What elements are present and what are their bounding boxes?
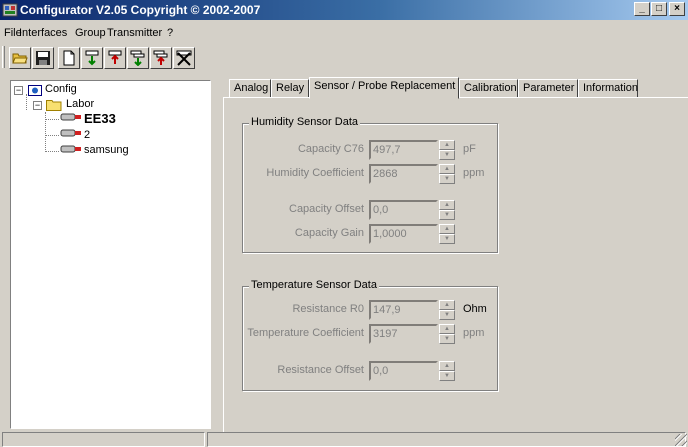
capacity-gain-label: Capacity Gain (294, 227, 364, 239)
new-document-icon (63, 50, 75, 66)
tab-sensor-probe-replacement[interactable]: Sensor / Probe Replacement (309, 77, 459, 99)
upload-button[interactable] (104, 47, 126, 69)
tab-analog[interactable]: Analog (229, 79, 271, 98)
humidity-coefficient-label: Humidity Coefficient (266, 167, 364, 179)
download-group-icon (130, 50, 145, 66)
capacity-offset-field[interactable]: 0,0 (369, 200, 438, 220)
capacity-c76-unit: pF (463, 143, 476, 155)
humidity-coefficient-field[interactable]: 2868 (369, 164, 438, 184)
upload-icon (108, 50, 122, 64)
download-icon (85, 50, 99, 66)
expander-config[interactable]: − (14, 86, 23, 95)
probe-icon (60, 129, 81, 137)
temperature-group-title: Temperature Sensor Data (249, 279, 379, 291)
tree-item-2[interactable]: 2 (84, 129, 90, 141)
resistance-offset-spinner[interactable]: ▲ ▼ (439, 361, 455, 381)
temperature-coefficient-spinner[interactable]: ▲ ▼ (439, 324, 455, 344)
toolbar (0, 44, 688, 72)
resistance-offset-label: Resistance Offset (277, 364, 364, 376)
folder-icon (46, 100, 62, 111)
new-button[interactable] (58, 47, 80, 69)
capacity-offset-spinner[interactable]: ▲ ▼ (439, 200, 455, 220)
resistance-r0-spinner[interactable]: ▲ ▼ (439, 300, 455, 320)
config-icon (28, 85, 42, 96)
resistance-r0-unit: Ohm (463, 303, 487, 315)
temperature-coefficient-unit: ppm (463, 327, 485, 339)
minimize-button[interactable]: _ (634, 2, 650, 16)
expander-labor[interactable]: − (33, 101, 42, 110)
capacity-c76-field[interactable]: 497,7 (369, 140, 438, 160)
open-button[interactable] (9, 47, 31, 69)
resistance-r0-field[interactable]: 147,9 (369, 300, 438, 320)
download-button[interactable] (81, 47, 103, 69)
capacity-offset-label: Capacity Offset (289, 203, 364, 215)
close-button[interactable]: × (669, 2, 685, 16)
save-button[interactable] (32, 47, 54, 69)
capacity-gain-spinner[interactable]: ▲ ▼ (439, 224, 455, 244)
status-bar (0, 431, 688, 447)
save-icon (36, 51, 50, 65)
capacity-c76-spinner[interactable]: ▲ ▼ (439, 140, 455, 160)
status-pane-left (2, 432, 205, 447)
maximize-button[interactable]: □ (651, 2, 667, 16)
transmitter-tree[interactable]: − Config − Labor EE33 2 samsung (10, 80, 211, 429)
tab-content-panel: Humidity Sensor Data Capacity C76 497,7 … (223, 97, 688, 433)
humidity-coefficient-unit: ppm (463, 167, 485, 179)
temperature-coefficient-label: Temperature Coefficient (247, 327, 364, 339)
status-pane-right (207, 432, 686, 447)
window-title: Configurator V2.05 Copyright © 2002-2007 (20, 3, 261, 17)
probe-icon (60, 113, 81, 121)
tree-item-config[interactable]: Config (45, 83, 77, 95)
tree-item-ee33[interactable]: EE33 (84, 111, 116, 126)
tab-relay[interactable]: Relay (271, 79, 309, 98)
app-icon (2, 3, 18, 17)
tab-information[interactable]: Information (578, 79, 638, 98)
menu-group[interactable]: Group (75, 27, 106, 39)
resistance-offset-field[interactable]: 0,0 (369, 361, 438, 381)
tree-item-samsung[interactable]: samsung (84, 144, 129, 156)
delete-button[interactable] (173, 47, 195, 69)
tree-item-labor[interactable]: Labor (66, 98, 94, 110)
open-folder-icon (12, 53, 28, 64)
menu-help[interactable]: ? (167, 27, 173, 39)
humidity-coefficient-spinner[interactable]: ▲ ▼ (439, 164, 455, 184)
resize-grip-icon[interactable] (675, 434, 687, 446)
capacity-c76-label: Capacity C76 (297, 143, 364, 155)
upload-group-button[interactable] (150, 47, 172, 69)
tab-parameter[interactable]: Parameter (518, 79, 578, 98)
download-group-button[interactable] (127, 47, 149, 69)
delete-icon (176, 50, 192, 66)
menu-interfaces[interactable]: Interfaces (19, 27, 67, 39)
tab-calibration[interactable]: Calibration (459, 79, 518, 98)
probe-icon (60, 145, 81, 153)
capacity-gain-field[interactable]: 1,0000 (369, 224, 438, 244)
temperature-sensor-group: Temperature Sensor Data Resistance R0 14… (242, 279, 498, 391)
menu-transmitter[interactable]: Transmitter (107, 27, 162, 39)
upload-group-icon (153, 50, 168, 65)
toolbar-grip (2, 46, 5, 68)
humidity-group-title: Humidity Sensor Data (249, 116, 360, 128)
temperature-coefficient-field[interactable]: 3197 (369, 324, 438, 344)
resistance-r0-label: Resistance R0 (292, 303, 364, 315)
title-bar: Configurator V2.05 Copyright © 2002-2007… (0, 0, 688, 20)
humidity-sensor-group: Humidity Sensor Data Capacity C76 497,7 … (242, 116, 498, 253)
